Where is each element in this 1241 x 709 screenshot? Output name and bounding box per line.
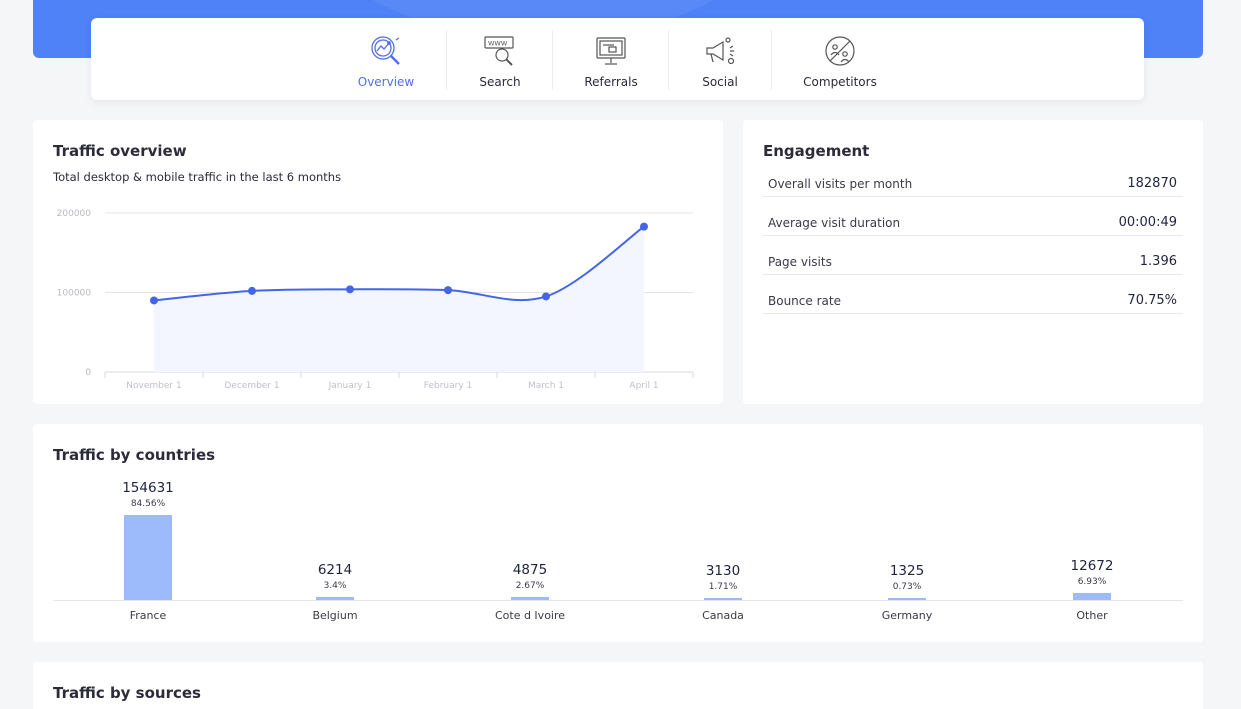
engagement-label: Page visits [768,255,832,269]
x-tick-label: January 1 [328,381,372,391]
www-search-icon: WWW [484,36,514,66]
country-percent: 3.4% [323,581,347,591]
country-value-label: 3130 1.71% [673,563,773,592]
country-count: 1325 [889,563,925,579]
country-percent: 84.56% [130,499,166,509]
country-count: 154631 [122,480,174,496]
country-percent: 0.73% [892,582,922,592]
section-nav: Overview WWW Search Referrals Social Com… [91,18,1144,100]
data-point [640,222,648,231]
country-bar [1073,593,1111,600]
tab-referrals[interactable]: Referrals [584,18,638,100]
country-percent: 6.93% [1077,577,1107,587]
engagement-value: 00:00:49 [1118,215,1177,230]
traffic-overview-card: Traffic overview Total desktop & mobile … [33,120,723,404]
data-point [346,285,354,294]
tab-divider [771,30,772,90]
tab-label: Search [479,75,521,89]
country-value-label: 154631 84.56% [98,480,198,509]
country-name: France [129,609,167,622]
countries-baseline [53,600,1183,601]
tab-divider [668,30,669,90]
megaphone-social-icon [706,37,735,65]
tab-divider [552,30,553,90]
country-count: 6214 [317,562,353,578]
country-percent: 1.71% [708,582,738,592]
svg-text:WWW: WWW [488,40,508,48]
overview-magnifier-chart-icon [371,36,400,65]
country-name: Other [1076,609,1108,622]
y-tick-label: 100000 [57,289,92,299]
x-tick-label: November 1 [126,381,181,391]
countries-bar-chart: 154631 84.56% France 6214 3.4% Belgium 4875 2.6… [33,424,1203,642]
competitors-badge-icon [825,36,855,66]
engagement-value: 70.75% [1127,293,1177,308]
country-percent: 2.67% [515,581,545,591]
tab-social[interactable]: Social [695,18,745,100]
tab-overview[interactable]: Overview [358,18,414,100]
tab-label: Overview [357,75,415,89]
monitor-link-icon [596,37,626,65]
engagement-row-visits: Overall visits per month 182870 [763,158,1183,197]
engagement-value: 1.396 [1139,254,1177,269]
country-value-label: 4875 2.67% [480,562,580,591]
sources-card: Traffic by sources [33,662,1203,709]
data-point [444,286,452,295]
area-fill [154,226,644,372]
data-point [150,296,158,305]
tab-competitors[interactable]: Competitors [803,18,877,100]
country-name: Germany [881,609,933,622]
country-count: 12672 [1070,558,1114,574]
engagement-card: Engagement Overall visits per month 1828… [743,120,1203,404]
x-tick-label: March 1 [528,381,564,391]
country-bar [511,597,549,600]
country-count: 4875 [512,562,548,578]
y-tick-label: 0 [85,368,91,378]
engagement-label: Overall visits per month [768,177,913,191]
tab-label: Referrals [584,75,638,89]
country-name: Canada [702,609,744,622]
y-tick-label: 200000 [57,209,92,219]
country-bar [704,598,742,600]
data-point [248,286,256,295]
x-tick-label: February 1 [424,381,472,391]
traffic-line-chart: 0 100000 200000 November 1 December 1 January… [57,209,694,391]
country-value-label: 1325 0.73% [857,563,957,592]
tab-label: Competitors [803,75,877,89]
engagement-label: Average visit duration [768,216,901,230]
card-title: Traffic by sources [53,684,201,702]
country-name: Belgium [312,609,358,622]
engagement-row-bounce: Bounce rate 70.75% [763,275,1183,314]
country-bar [124,515,172,600]
countries-card: Traffic by countries 154631 84.56% France 6… [33,424,1203,642]
tab-divider [446,30,447,90]
x-tick-label: December 1 [224,381,279,391]
engagement-value: 182870 [1127,176,1177,191]
country-value-label: 6214 3.4% [285,562,385,591]
tab-label: Social [702,75,738,89]
x-tick-label: April 1 [629,381,658,391]
tab-search[interactable]: WWW Search [475,18,525,100]
country-bar [888,598,926,600]
engagement-row-duration: Average visit duration 00:00:49 [763,197,1183,236]
engagement-label: Bounce rate [768,294,841,308]
country-value-label: 12672 6.93% [1042,558,1142,587]
data-point [542,292,550,301]
engagement-row-page-visits: Page visits 1.396 [763,236,1183,275]
country-count: 3130 [705,563,741,579]
country-bar [316,597,354,600]
country-name: Cote d Ivoire [494,609,566,622]
